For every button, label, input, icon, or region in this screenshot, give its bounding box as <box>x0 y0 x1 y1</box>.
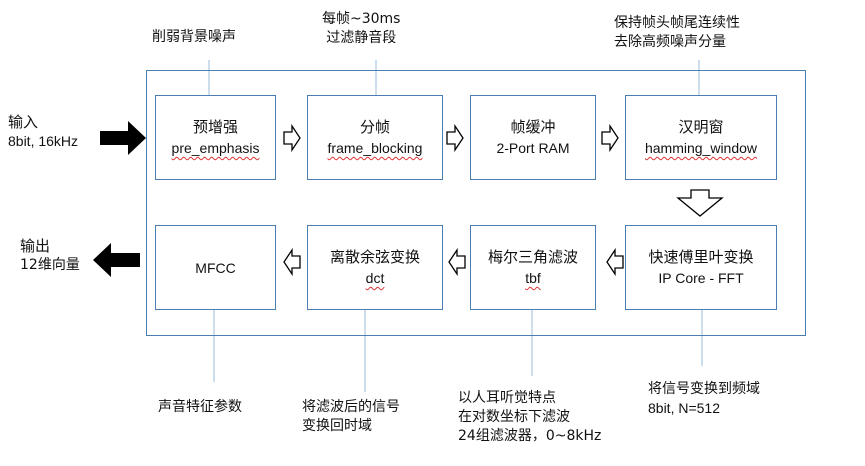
note-tbf-line-2: 在对数坐标下滤波 <box>458 409 570 425</box>
note-hamming-line-2: 去除高频噪声分量 <box>614 34 726 50</box>
note-hamming: 保持帧头帧尾连续性 去除高频噪声分量 <box>614 14 740 52</box>
note-fft-line-2: 8bit, N=512 <box>648 400 720 416</box>
block-hamming-en: hamming_window <box>644 140 758 156</box>
block-hamming-zh: 汉明窗 <box>678 118 724 136</box>
note-fft-line-1: 将信号变换到频域 <box>648 381 760 397</box>
note-framing: 每帧~30ms 过滤静音段 <box>322 10 400 48</box>
block-mfcc: MFCC <box>155 225 276 310</box>
note-tbf-line-1: 以人耳听觉特点 <box>458 390 556 406</box>
block-framing: 分帧 frame_blocking <box>307 95 443 180</box>
block-fft: 快速傅里叶变换 IP Core - FFT <box>625 225 777 310</box>
note-preemphasis: 削弱背景噪声 <box>152 28 236 47</box>
input-label-title: 输入 <box>8 113 39 131</box>
note-preemphasis-line-1: 削弱背景噪声 <box>152 29 236 45</box>
block-tbf-zh: 梅尔三角滤波 <box>487 248 578 266</box>
block-preemphasis: 预增强 pre_emphasis <box>155 95 276 180</box>
input-label-spec: 8bit, 16kHz <box>8 133 79 149</box>
block-dct-en: dct <box>365 270 385 286</box>
block-tbf: 梅尔三角滤波 tbf <box>470 225 596 310</box>
note-framing-line-2: 过滤静音段 <box>326 30 397 46</box>
block-preemphasis-zh: 预增强 <box>192 118 238 136</box>
note-tbf-line-3: 24组滤波器，0~8kHz <box>458 428 602 444</box>
note-dct-line-1: 将滤波后的信号 <box>302 399 400 415</box>
block-mfcc-en: MFCC <box>195 259 236 276</box>
block-dct-zh: 离散余弦变换 <box>329 248 420 266</box>
block-framing-en: frame_blocking <box>327 140 423 156</box>
block-buffer-en: 2-Port RAM <box>496 140 570 156</box>
block-dct: 离散余弦变换 dct <box>307 225 443 310</box>
note-dct: 将滤波后的信号 变换回时域 <box>302 398 400 436</box>
note-mfcc: 声音特征参数 <box>158 398 242 417</box>
output-label: 输出 12维向量 <box>20 237 80 275</box>
block-buffer: 帧缓冲 2-Port RAM <box>470 95 596 180</box>
note-hamming-line-1: 保持帧头帧尾连续性 <box>614 15 740 31</box>
block-fft-en: IP Core - FFT <box>658 270 744 286</box>
note-tbf: 以人耳听觉特点 在对数坐标下滤波 24组滤波器，0~8kHz <box>458 389 601 446</box>
note-fft: 将信号变换到频域 8bit, N=512 <box>648 380 760 418</box>
block-framing-zh: 分帧 <box>359 118 390 136</box>
block-preemphasis-en: pre_emphasis <box>171 140 260 156</box>
input-arrow-icon <box>100 121 146 155</box>
block-tbf-en: tbf <box>525 270 541 286</box>
block-fft-zh: 快速傅里叶变换 <box>648 248 754 266</box>
note-dct-line-2: 变换回时域 <box>302 418 372 434</box>
output-arrow-icon <box>93 243 140 277</box>
output-label-title: 输出 <box>20 237 51 255</box>
note-framing-line-1: 每帧~30ms <box>322 11 401 27</box>
block-buffer-zh: 帧缓冲 <box>510 118 556 136</box>
input-label: 输入 8bit, 16kHz <box>8 113 78 151</box>
block-hamming: 汉明窗 hamming_window <box>625 95 777 180</box>
output-label-spec: 12维向量 <box>20 257 80 273</box>
note-mfcc-line-1: 声音特征参数 <box>158 399 242 415</box>
